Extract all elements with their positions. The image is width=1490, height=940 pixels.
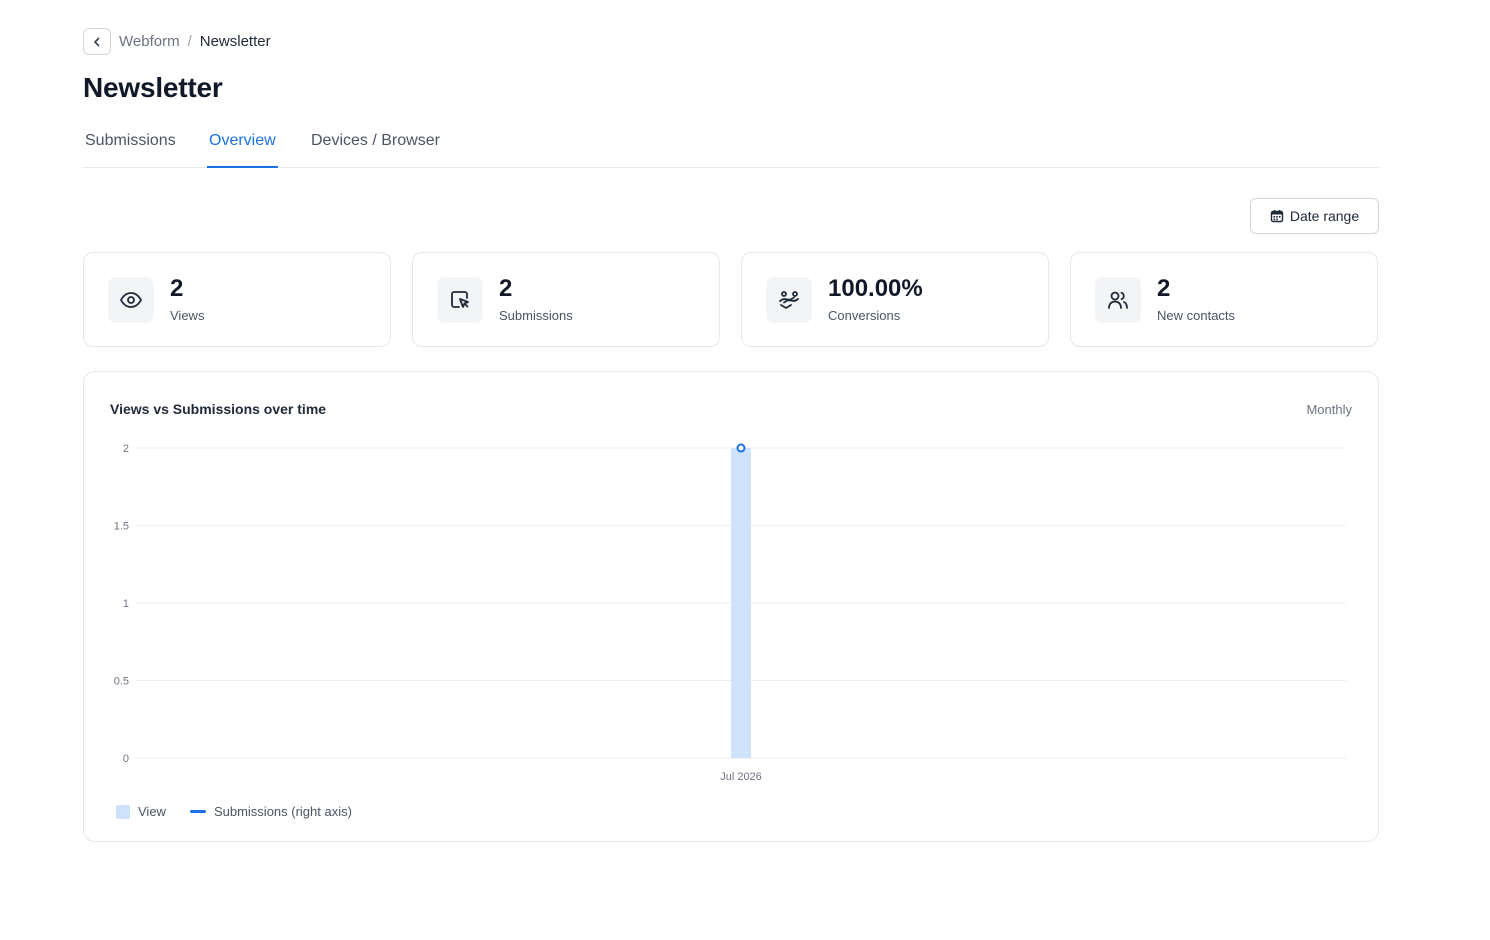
stat-cards: 2 Views 2 Submissions 100.00% Conversion… [83,252,1379,347]
chart-panel: 0 0.5 1 1.5 2 Jul 2026 Views vs Submissions o… [83,371,1379,842]
legend-label-view: View [138,804,166,819]
calendar-icon [1270,210,1284,223]
legend-item-view[interactable]: View [116,804,166,819]
submissions-value: 2 [499,275,513,302]
page-title: Newsletter [83,72,223,103]
chart-plot: 0 0.5 1 1.5 2 Jul 2026 [114,443,1346,783]
tab-devices-browser[interactable]: Devices / Browser [309,132,442,168]
stat-card-conversions: 100.00% Conversions [741,252,1049,347]
chart-period-selector[interactable]: Monthly [1306,402,1352,417]
chart-legend: View Submissions (right axis) [116,804,376,819]
stat-card-submissions: 2 Submissions [412,252,720,347]
new-contacts-value: 2 [1157,275,1171,302]
x-tick-label: Jul 2026 [720,771,762,783]
handshake-icon [766,276,812,323]
tab-bar: Submissions Overview Devices / Browser [83,122,1379,168]
legend-swatch-submissions [189,810,206,813]
new-contacts-label: New contacts [1157,308,1236,323]
breadcrumb-separator: / [187,33,192,50]
views-label: Views [170,308,205,323]
breadcrumb-parent-link[interactable]: Webform [119,33,180,50]
y-tick-label: 2 [123,443,129,455]
tab-overview[interactable]: Overview [207,132,278,168]
y-tick-label: 1 [123,598,129,610]
users-icon [1095,276,1141,323]
conversions-value: 100.00% [828,275,923,302]
tab-submissions[interactable]: Submissions [83,132,178,168]
stat-card-views: 2 Views [83,252,391,347]
views-value: 2 [170,275,184,302]
y-tick-label: 0 [123,753,129,765]
breadcrumb: Webform / Newsletter [83,28,271,55]
stat-card-new-contacts: 2 New contacts [1070,252,1378,347]
chart-point [736,443,746,453]
legend-label-submissions: Submissions (right axis) [213,804,352,819]
breadcrumb-current: Newsletter [199,33,271,50]
date-range-label: Date range [1289,208,1360,224]
chevron-left-icon [94,37,100,46]
y-tick-label: 1.5 [114,521,129,533]
date-range-button[interactable]: Date range [1250,198,1379,234]
legend-item-submissions[interactable]: Submissions (right axis) [189,804,352,819]
y-tick-label: 0.5 [114,676,129,688]
chart-title: Views vs Submissions over time [110,401,327,417]
chart-bar [731,448,751,758]
back-button[interactable] [83,28,111,55]
conversions-label: Conversions [828,308,901,323]
eye-icon [108,276,154,323]
cursor-click-icon [437,276,483,323]
legend-swatch-view [116,804,130,819]
submissions-label: Submissions [499,308,573,323]
